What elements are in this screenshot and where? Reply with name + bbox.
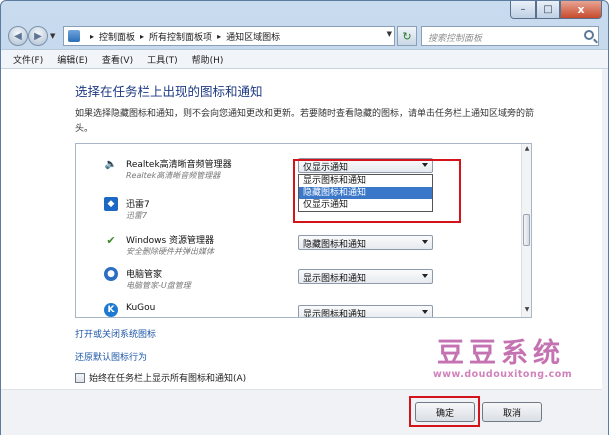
forward-button[interactable]: ▶ — [28, 26, 48, 46]
recent-pages-dropdown[interactable]: ▼ — [50, 32, 55, 40]
search-icon[interactable] — [584, 30, 594, 40]
app-description: 迅雷7 — [126, 211, 148, 220]
list-item: ● 电脑管家 电脑管家-U盘管理 显示图标和通知 — [76, 264, 522, 300]
behavior-dropdown-list[interactable]: 显示图标和通知 隐藏图标和通知 仅显示通知 — [298, 174, 433, 212]
usb-icon: ✔ — [104, 233, 118, 247]
menu-file[interactable]: 文件(F) — [9, 53, 53, 66]
app-description: Realtek高清晰音频管理器 — [126, 171, 221, 180]
refresh-button[interactable]: ↻ — [397, 26, 417, 46]
kugou-icon: K — [104, 303, 118, 317]
app-description: 安全删除硬件并弹出媒体 — [126, 247, 214, 256]
breadcrumb-all-items[interactable]: 所有控制面板项 — [149, 30, 212, 43]
restore-defaults-link[interactable]: 还原默认图标行为 — [75, 350, 147, 363]
menu-tools[interactable]: 工具(T) — [143, 53, 188, 66]
search-placeholder: 搜索控制面板 — [428, 34, 483, 44]
always-show-checkbox[interactable] — [75, 372, 85, 383]
guardian-icon: ● — [104, 267, 118, 281]
menu-edit[interactable]: 编辑(E) — [53, 53, 98, 66]
title-bar: – □ x — [1, 1, 608, 23]
list-scrollbar[interactable]: ▲ ▼ — [521, 144, 531, 317]
app-name: KuGou — [126, 303, 156, 313]
chevron-down-icon — [422, 240, 428, 244]
behavior-select[interactable]: 隐藏图标和通知 — [298, 235, 433, 250]
navigation-bar: ◀ ▶ ▼ ▸ 控制面板 ▸ 所有控制面板项 ▸ 通知区域图标 ▼ ↻ 搜索控制… — [1, 23, 608, 49]
watermark-title: 豆豆系统 — [437, 338, 565, 369]
dropdown-option[interactable]: 显示图标和通知 — [299, 175, 432, 187]
window-frame: – □ x ◀ ▶ ▼ ▸ 控制面板 ▸ 所有控制面板项 ▸ 通知区域图标 ▼ … — [0, 0, 609, 435]
behavior-value: 仅显示通知 — [303, 163, 349, 173]
chevron-down-icon — [422, 310, 428, 314]
content-area: 选择在任务栏上出现的图标和通知 如果选择隐藏图标和通知，则不会向您通知更改和更新… — [1, 69, 602, 435]
cancel-button[interactable]: 取消 — [482, 402, 542, 422]
behavior-value: 显示图标和通知 — [303, 274, 367, 284]
app-name: 电脑管家 — [126, 270, 163, 280]
behavior-select[interactable]: 仅显示通知 — [298, 158, 433, 173]
chevron-down-icon — [422, 163, 428, 167]
chevron-down-icon — [422, 274, 428, 278]
speaker-icon: 🔈 — [104, 157, 118, 171]
button-bar: 确定 取消 — [1, 389, 602, 435]
scroll-up-icon[interactable]: ▲ — [523, 145, 531, 155]
system-icons-link[interactable]: 打开或关闭系统图标 — [75, 327, 156, 340]
search-input[interactable]: 搜索控制面板 — [421, 26, 599, 46]
behavior-select[interactable]: 显示图标和通知 — [298, 269, 433, 284]
address-dropdown-icon[interactable]: ▼ — [387, 30, 392, 38]
dropdown-option-selected[interactable]: 隐藏图标和通知 — [299, 187, 432, 199]
chevron-right-icon[interactable]: ▸ — [90, 32, 94, 41]
page-title: 选择在任务栏上出现的图标和通知 — [75, 84, 263, 99]
ok-button[interactable]: 确定 — [415, 402, 475, 422]
menu-view[interactable]: 查看(V) — [98, 53, 143, 66]
menu-help[interactable]: 帮助(H) — [188, 53, 234, 66]
breadcrumb-notification-icons[interactable]: 通知区域图标 — [226, 30, 280, 43]
list-item: 🔈 Realtek高清晰音频管理器 Realtek高清晰音频管理器 仅显示通知 … — [76, 154, 522, 212]
behavior-value: 隐藏图标和通知 — [303, 240, 367, 250]
breadcrumb-control-panel[interactable]: 控制面板 — [99, 30, 135, 43]
menu-bar: 文件(F) 编辑(E) 查看(V) 工具(T) 帮助(H) — [1, 49, 608, 69]
scroll-thumb[interactable] — [523, 214, 530, 246]
icon-behavior-list[interactable]: 🔈 Realtek高清晰音频管理器 Realtek高清晰音频管理器 仅显示通知 … — [75, 143, 532, 318]
app-name: Realtek高清晰音频管理器 — [126, 160, 232, 170]
chevron-right-icon[interactable]: ▸ — [217, 32, 221, 41]
address-bar[interactable]: ▸ 控制面板 ▸ 所有控制面板项 ▸ 通知区域图标 ▼ — [63, 26, 395, 46]
watermark-url: www.doudouxitong.com — [433, 369, 573, 380]
list-item: ✔ Windows 资源管理器 安全删除硬件并弹出媒体 隐藏图标和通知 — [76, 230, 522, 266]
app-description: 电脑管家-U盘管理 — [126, 281, 191, 290]
scroll-down-icon[interactable]: ▼ — [523, 306, 531, 316]
thunder-icon: ◆ — [104, 197, 118, 211]
caption-buttons: – □ x — [510, 1, 602, 19]
page-description: 如果选择隐藏图标和通知，则不会向您通知更改和更新。若要随时查看隐藏的图标，请单击… — [75, 109, 535, 134]
minimize-button[interactable]: – — [510, 1, 536, 19]
always-show-option[interactable]: 始终在任务栏上显示所有图标和通知(A) — [75, 371, 246, 384]
window-scrollbar[interactable] — [602, 69, 608, 435]
maximize-button[interactable]: □ — [536, 1, 560, 19]
always-show-label: 始终在任务栏上显示所有图标和通知(A) — [89, 374, 247, 384]
behavior-select[interactable]: 显示图标和通知 — [298, 305, 433, 318]
behavior-value: 显示图标和通知 — [303, 310, 367, 318]
chevron-right-icon[interactable]: ▸ — [140, 32, 144, 41]
back-button[interactable]: ◀ — [8, 26, 28, 46]
control-panel-icon — [68, 30, 80, 42]
app-name: 迅雷7 — [126, 200, 150, 210]
close-button[interactable]: x — [560, 1, 602, 19]
app-name: Windows 资源管理器 — [126, 236, 215, 246]
list-item: K KuGou 显示图标和通知 — [76, 300, 522, 318]
dropdown-option[interactable]: 仅显示通知 — [299, 199, 432, 211]
